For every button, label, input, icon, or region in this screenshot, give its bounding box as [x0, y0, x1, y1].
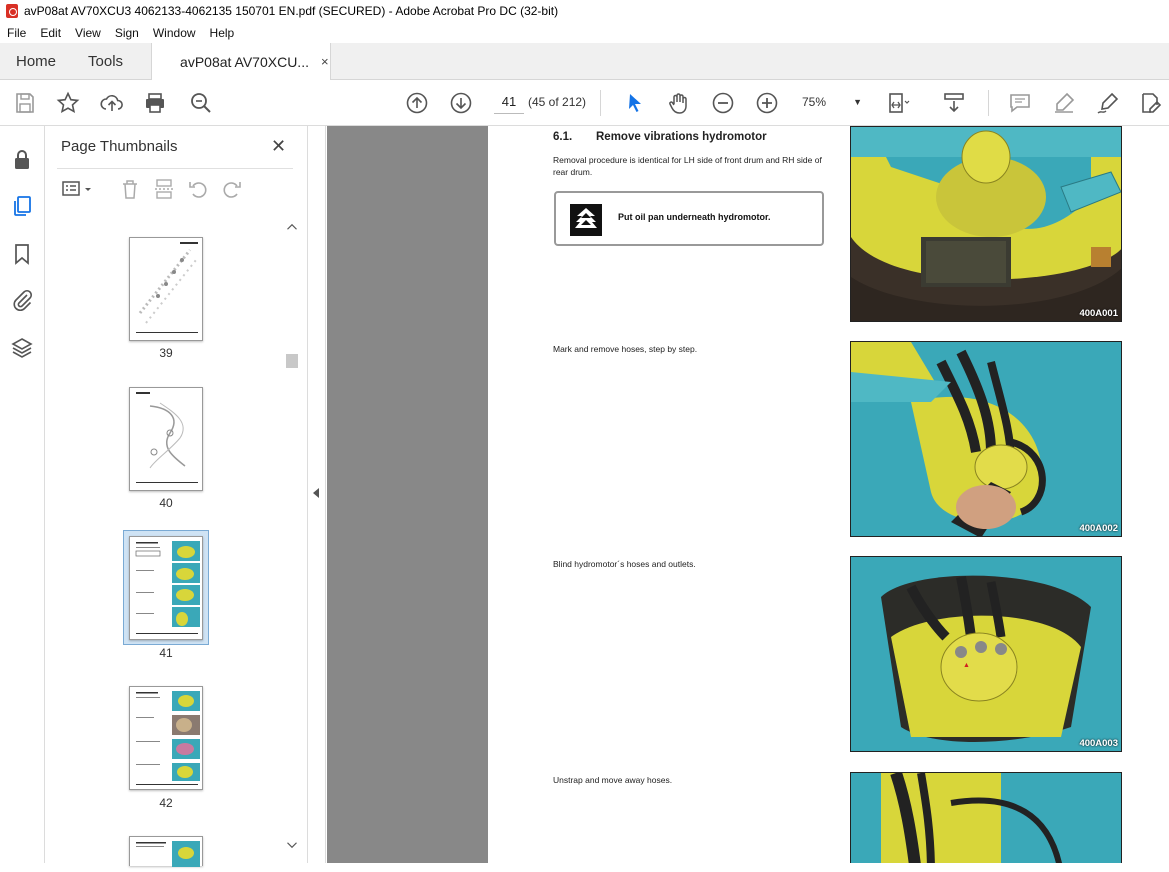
notice-text: Put oil pan underneath hydromotor. [618, 212, 771, 222]
page-fit-icon[interactable] [886, 91, 910, 115]
tab-tools[interactable]: Tools [72, 43, 139, 80]
step-text: Blind hydromotor´s hoses and outlets. [553, 559, 696, 569]
page-thumbnails-panel: Page Thumbnails ✕ 39 40 41 42 [45, 126, 308, 867]
zoom-value: 75% [802, 95, 827, 109]
photo-caption: 400A003 [1079, 738, 1118, 749]
divider [57, 168, 293, 169]
warning-arrows-icon [570, 204, 602, 236]
options-menu-icon[interactable] [61, 178, 95, 200]
thumbnail-page[interactable] [129, 836, 203, 867]
menu-view[interactable]: View [68, 26, 108, 40]
extract-icon[interactable] [153, 178, 175, 200]
rotate-left-icon[interactable] [187, 178, 209, 200]
tab-document-label: avP08at AV70XCU... [180, 53, 309, 70]
toolbar-divider [988, 90, 989, 116]
comment-icon[interactable] [1008, 91, 1032, 115]
print-icon[interactable] [143, 91, 167, 115]
notice-box: Put oil pan underneath hydromotor. [554, 191, 824, 246]
thumbnail-page[interactable] [129, 686, 203, 790]
acrobat-icon [6, 4, 18, 18]
tab-home[interactable]: Home [0, 43, 72, 80]
left-rail [0, 126, 45, 863]
section-number: 6.1. [553, 131, 573, 143]
scroll-mode-icon[interactable] [942, 91, 966, 115]
sign-icon[interactable] [1096, 91, 1120, 115]
chevron-left-icon [313, 488, 319, 498]
panel-collapse-toggle[interactable] [308, 126, 326, 863]
thumbnail-page[interactable] [129, 536, 203, 640]
thumbnail-scrollbar[interactable] [284, 222, 300, 856]
step-text: Mark and remove hoses, step by step. [553, 344, 698, 354]
page-count: (45 of 212) [528, 95, 587, 109]
menu-file[interactable]: File [0, 26, 33, 40]
delete-icon[interactable] [119, 178, 141, 200]
thumbnail-tools [57, 176, 297, 204]
save-icon[interactable] [13, 91, 37, 115]
tab-close-icon[interactable]: × [321, 54, 329, 69]
upload-icon[interactable] [100, 91, 124, 115]
document-viewer[interactable]: 6.1. Remove vibrations hydromotor Remova… [327, 126, 1169, 863]
thumbnail-label: 39 [159, 346, 173, 360]
layers-icon[interactable] [10, 336, 34, 360]
page-thumbnails-icon[interactable] [10, 194, 34, 218]
hand-tool-icon[interactable] [667, 91, 691, 115]
thumbnail-label: 41 [159, 646, 173, 660]
chevron-down-icon: ▼ [853, 97, 862, 107]
thumbnail-page[interactable] [129, 387, 203, 491]
next-page-icon[interactable] [449, 91, 473, 115]
photo-figure: ▲ 400A003 [850, 556, 1122, 752]
svg-text:▲: ▲ [963, 662, 970, 669]
menu-bar: File Edit View Sign Window Help [0, 22, 1169, 43]
bookmark-icon[interactable] [10, 242, 34, 266]
pdf-page: 6.1. Remove vibrations hydromotor Remova… [488, 126, 1169, 863]
thumbnail-label: 40 [159, 496, 173, 510]
intro-text: Removal procedure is identical for LH si… [553, 155, 822, 177]
menu-help[interactable]: Help [203, 26, 242, 40]
rotate-right-icon[interactable] [221, 178, 243, 200]
star-icon[interactable] [56, 91, 80, 115]
panel-title: Page Thumbnails [61, 138, 178, 155]
menu-sign[interactable]: Sign [108, 26, 146, 40]
photo-caption: 400A002 [1079, 523, 1118, 534]
section-title: Remove vibrations hydromotor [596, 131, 767, 143]
menu-window[interactable]: Window [146, 26, 203, 40]
window-title: avP08at AV70XCU3 4062133-4062135 150701 … [24, 4, 559, 18]
tab-bar: Home Tools avP08at AV70XCU... × [0, 43, 1169, 80]
more-tools-icon[interactable] [1138, 91, 1162, 115]
toolbar-divider [600, 90, 601, 116]
zoom-out-icon[interactable] [711, 91, 735, 115]
title-bar: avP08at AV70XCU3 4062133-4062135 150701 … [0, 0, 1169, 22]
photo-figure: 400A001 [850, 126, 1122, 322]
close-icon[interactable]: ✕ [271, 136, 286, 157]
page-number-input[interactable]: 41 [494, 90, 524, 114]
prev-page-icon[interactable] [405, 91, 429, 115]
attachment-icon[interactable] [10, 288, 34, 312]
menu-edit[interactable]: Edit [33, 26, 68, 40]
tab-document[interactable]: avP08at AV70XCU... × [151, 43, 332, 80]
scrollbar-thumb[interactable] [286, 354, 298, 368]
select-cursor-icon[interactable] [623, 91, 647, 115]
thumbnail-label: 42 [159, 796, 173, 810]
zoom-search-icon[interactable] [189, 91, 213, 115]
highlight-icon[interactable] [1052, 91, 1076, 115]
thumbnail-page[interactable] [129, 237, 203, 341]
lock-icon[interactable] [10, 148, 34, 172]
photo-figure: 400A002 [850, 341, 1122, 537]
zoom-select[interactable]: 75% ▼ [802, 90, 862, 114]
photo-figure [850, 772, 1122, 863]
step-text: Unstrap and move away hoses. [553, 775, 673, 785]
photo-caption: 400A001 [1079, 308, 1118, 319]
zoom-in-icon[interactable] [755, 91, 779, 115]
